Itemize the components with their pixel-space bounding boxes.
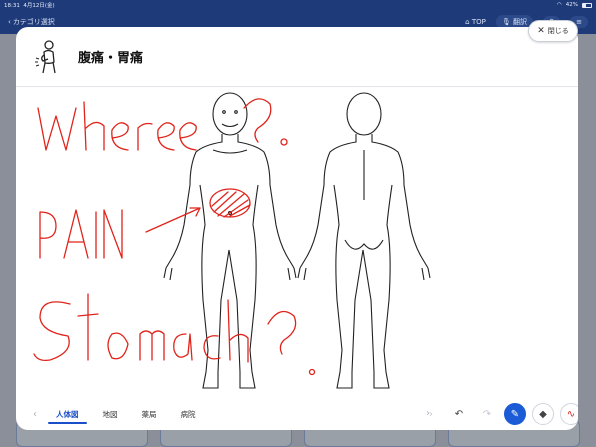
handwriting-ink [33, 98, 316, 376]
back-body-figure [297, 92, 431, 389]
drawing-canvas[interactable]: › [0, 0, 596, 447]
chevron-right-icon[interactable]: › [426, 408, 430, 419]
